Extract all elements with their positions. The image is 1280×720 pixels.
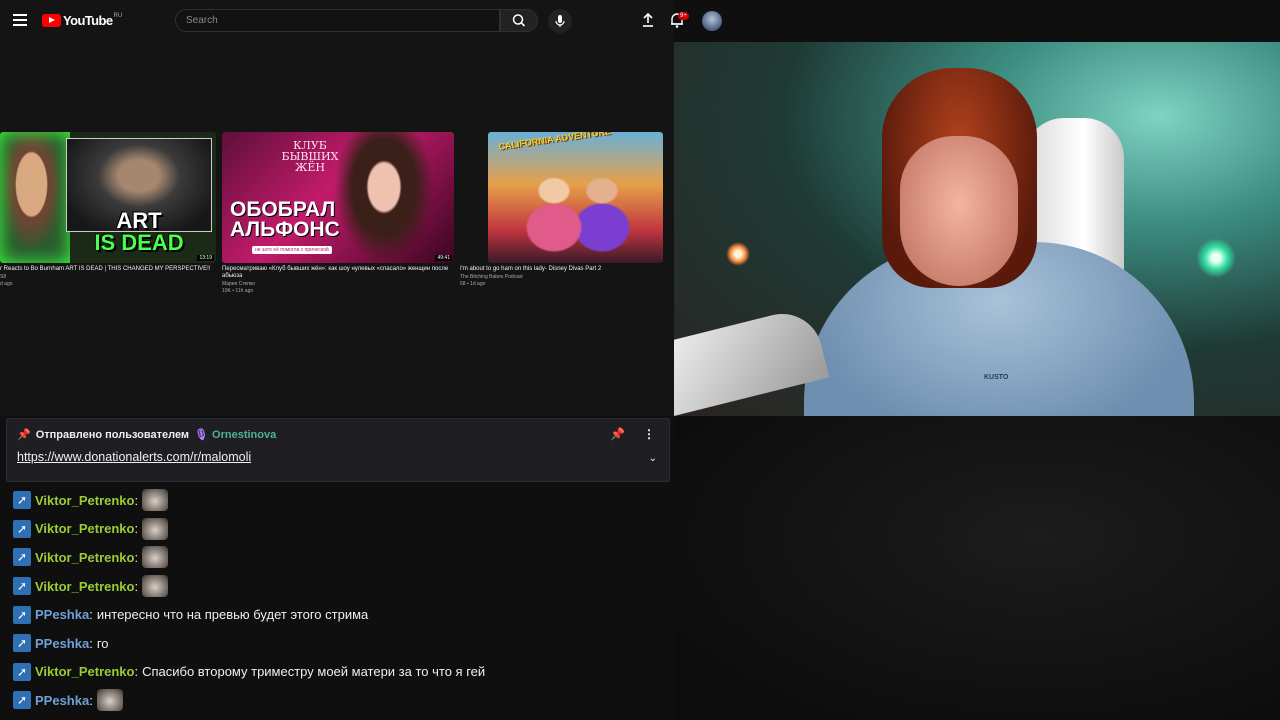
chat-username[interactable]: Viktor_Petrenko xyxy=(35,664,134,679)
video-title[interactable]: Пересматриваю «Клуб бывших жён»: как шоу… xyxy=(222,266,454,280)
chat-message: ➚ PPeshka: xyxy=(13,686,663,715)
chat-emote[interactable] xyxy=(142,489,169,512)
video-channel[interactable]: S8 xyxy=(0,274,216,280)
youtube-logo[interactable]: YouTube RU xyxy=(42,13,122,28)
sub-badge-icon[interactable]: ➚ xyxy=(13,491,31,510)
video-thumbnail[interactable]: CALIFORNIA ADVENTURE xyxy=(488,132,663,263)
thumbnail-person xyxy=(334,132,434,263)
chat-message: ➚ Viktor_Petrenko: xyxy=(13,572,663,601)
thumbnail-caption: не зато её помогли с прической xyxy=(252,246,332,254)
search-input[interactable] xyxy=(175,9,500,32)
chat-emote[interactable] xyxy=(96,689,123,712)
voice-search-button[interactable] xyxy=(548,9,572,33)
pin-icon: 📌 xyxy=(17,429,31,441)
video-card[interactable]: ART IS DEAD 13:19 r Reacts to Bo Burnham… xyxy=(0,132,216,287)
notification-count-badge: 9+ xyxy=(678,12,689,20)
video-title[interactable]: r Reacts to Bo Burnham ART IS DEAD | THI… xyxy=(0,266,216,273)
thumbnail-text: ART IS DEAD xyxy=(94,208,184,255)
pinned-by-label: Отправлено пользователем xyxy=(35,428,190,441)
chat-username[interactable]: PPeshka xyxy=(35,636,89,651)
shirt-logo: KUSTO xyxy=(984,374,1009,381)
donation-link[interactable]: https://www.donationalerts.com/r/malomol… xyxy=(17,450,251,464)
chat-emote[interactable] xyxy=(142,575,169,598)
thumbnail-text: CALIFORNIA ADVENTURE xyxy=(497,132,612,152)
chat-username[interactable]: Viktor_Petrenko xyxy=(35,521,134,536)
youtube-topbar: YouTube RU xyxy=(0,0,674,42)
video-thumbnail[interactable]: КЛУБ БЫВШИХ ЖЁН ОБОБРАЛ АЛЬФОНС не зато … xyxy=(222,132,454,263)
chat-emote[interactable] xyxy=(142,517,169,540)
microphone-icon xyxy=(555,15,565,27)
video-duration: 13:19 xyxy=(197,255,214,261)
thumbnail-text: КЛУБ БЫВШИХ ЖЁН xyxy=(281,139,339,174)
sub-badge-icon[interactable]: ➚ xyxy=(13,605,31,624)
chat-message: ➚ PPeshka: го xyxy=(13,629,663,658)
thumbnail-person xyxy=(0,132,70,263)
chevron-down-icon[interactable]: ⌄ xyxy=(649,453,657,464)
video-channel[interactable]: The Bitching Babes Podcast xyxy=(460,274,663,280)
chat-username[interactable]: PPeshka xyxy=(35,607,89,622)
lamp-light xyxy=(726,242,750,266)
thumbnail-illustration xyxy=(518,154,638,259)
video-meta: d ago xyxy=(0,281,13,287)
search-button[interactable] xyxy=(500,9,538,32)
thumbnail-text: ОБОБРАЛ АЛЬФОНС xyxy=(230,198,340,241)
chat-message: ➚ Viktor_Petrenko: xyxy=(13,515,663,544)
chat-message: ➚ Viktor_Petrenko: xyxy=(13,543,663,572)
chat-message: ➚ PPeshka: интересно что на превью будет… xyxy=(13,600,663,629)
microphone-badge-icon: 🎙 xyxy=(194,429,209,441)
search-icon xyxy=(512,14,526,27)
pinned-username[interactable]: Ornestinova xyxy=(212,429,276,441)
chat-username[interactable]: Viktor_Petrenko xyxy=(35,493,134,508)
unpin-icon[interactable]: 📌 xyxy=(610,427,625,441)
webcam-feed: KUSTO xyxy=(674,42,1280,416)
video-channel[interactable]: Мария Степко xyxy=(222,281,454,287)
chat-message: ➚ Viktor_Petrenko: Спасибо второму триме… xyxy=(13,658,663,687)
youtube-region: RU xyxy=(113,12,123,19)
lamp-light xyxy=(1196,238,1236,278)
pinned-header: 📌 Отправлено пользователем 🎙 Ornestinova xyxy=(17,428,276,442)
video-thumbnail[interactable]: ART IS DEAD 13:19 xyxy=(0,132,216,263)
chat-background xyxy=(674,416,1280,720)
sub-badge-icon[interactable]: ➚ xyxy=(13,634,31,653)
video-card[interactable]: КЛУБ БЫВШИХ ЖЁН ОБОБРАЛ АЛЬФОНС не зато … xyxy=(222,132,454,294)
more-options-icon[interactable]: ⋮ xyxy=(643,427,655,441)
chat-list: ➚ Viktor_Petrenko: ➚ Viktor_Petrenko: ➚ … xyxy=(13,486,663,715)
sub-badge-icon[interactable]: ➚ xyxy=(13,662,31,681)
chat-text: го xyxy=(96,635,109,651)
chat-username[interactable]: Viktor_Petrenko xyxy=(35,550,134,565)
sub-badge-icon[interactable]: ➚ xyxy=(13,691,31,710)
chat-emote[interactable] xyxy=(142,546,169,569)
upload-icon[interactable] xyxy=(639,11,657,29)
video-duration: 49:41 xyxy=(435,255,452,261)
streamer-face xyxy=(900,136,1018,286)
sub-badge-icon[interactable]: ➚ xyxy=(13,548,31,567)
account-avatar[interactable] xyxy=(702,11,722,31)
chat-username[interactable]: PPeshka xyxy=(35,693,89,708)
video-title[interactable]: I'm about to go ham on this lady- Disney… xyxy=(460,266,663,273)
pinned-message: 📌 Отправлено пользователем 🎙 Ornestinova… xyxy=(6,418,670,482)
chat-text: Спасибо второму триместру моей матери за… xyxy=(142,664,486,680)
video-meta: 10K • 11h ago xyxy=(222,288,254,294)
chat-username[interactable]: Viktor_Petrenko xyxy=(35,579,134,594)
video-meta: 68 • 1d ago xyxy=(460,281,486,287)
youtube-play-icon xyxy=(42,14,61,27)
video-card[interactable]: CALIFORNIA ADVENTURE I'm about to go ham… xyxy=(460,132,663,287)
sub-badge-icon[interactable]: ➚ xyxy=(13,519,31,538)
chat-message: ➚ Viktor_Petrenko: xyxy=(13,486,663,515)
chat-text: интересно что на превью будет этого стри… xyxy=(96,607,369,623)
youtube-logo-text: YouTube xyxy=(63,13,113,28)
hamburger-menu-icon[interactable] xyxy=(13,14,27,26)
sub-badge-icon[interactable]: ➚ xyxy=(13,577,31,596)
